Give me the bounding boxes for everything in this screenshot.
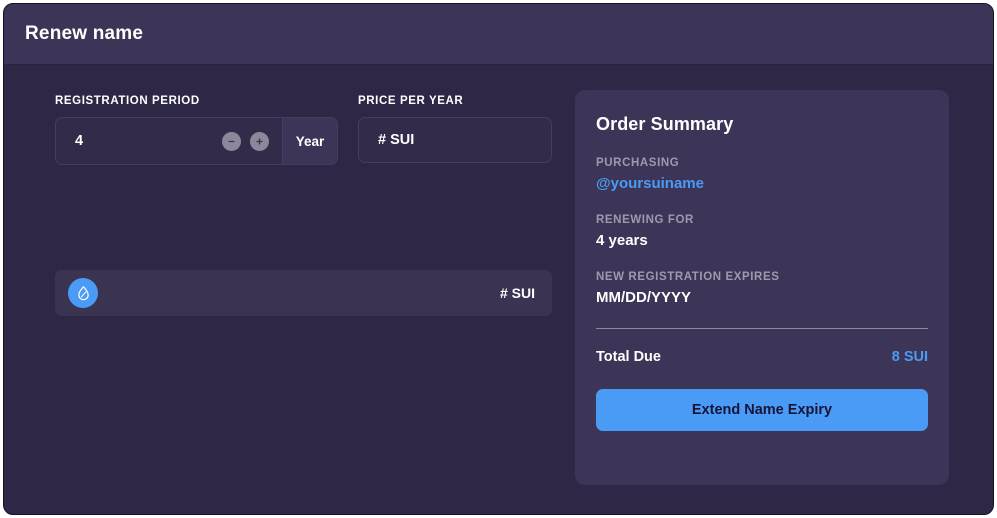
registration-period-input[interactable]: 4 [56, 118, 222, 164]
price-per-year-value: # SUI [358, 117, 552, 163]
payment-coin-row[interactable]: # SUI [55, 270, 552, 316]
new-registration-expires-label: New Registration Expires [596, 271, 780, 283]
total-due-row: Total Due 8 SUI [596, 349, 928, 365]
payment-amount: # SUI [499, 285, 535, 301]
window-header: Renew name [4, 4, 993, 65]
total-due-amount: 8 SUI [891, 349, 928, 365]
registration-period-input-shell[interactable]: 4 Year [55, 117, 338, 165]
form-column: Registration Period 4 [55, 95, 552, 165]
registration-period-field: Registration Period 4 [55, 95, 338, 165]
summary-divider [596, 328, 928, 329]
page-title: Renew name [25, 23, 144, 44]
total-due-label: Total Due [596, 349, 661, 365]
minus-circle-icon[interactable] [222, 131, 241, 151]
sui-droplet-icon [68, 278, 98, 308]
purchasing-label: Purchasing [596, 157, 680, 169]
renewing-for-value: 4 years [596, 232, 648, 249]
price-per-year-field: Price Per Year # SUI [358, 95, 552, 165]
window-body: Registration Period 4 [4, 65, 993, 514]
extend-name-expiry-button[interactable]: Extend Name Expiry [596, 389, 928, 431]
period-unit-suffix: Year [282, 118, 337, 164]
order-summary-title: Order Summary [596, 114, 734, 134]
plus-circle-icon[interactable] [250, 131, 269, 151]
renewing-for-label: Renewing For [596, 214, 694, 226]
registration-period-label: Registration Period [55, 95, 200, 107]
new-registration-expires-value: MM/DD/YYYY [596, 289, 692, 306]
renew-name-window: Renew name Registration Period 4 [3, 3, 994, 515]
order-summary-card: Order Summary Purchasing @yoursuiname Re… [575, 90, 949, 485]
stepper-group [222, 118, 282, 164]
field-row: Registration Period 4 [55, 95, 552, 165]
purchasing-value[interactable]: @yoursuiname [596, 175, 928, 192]
price-per-year-label: Price Per Year [358, 95, 464, 107]
